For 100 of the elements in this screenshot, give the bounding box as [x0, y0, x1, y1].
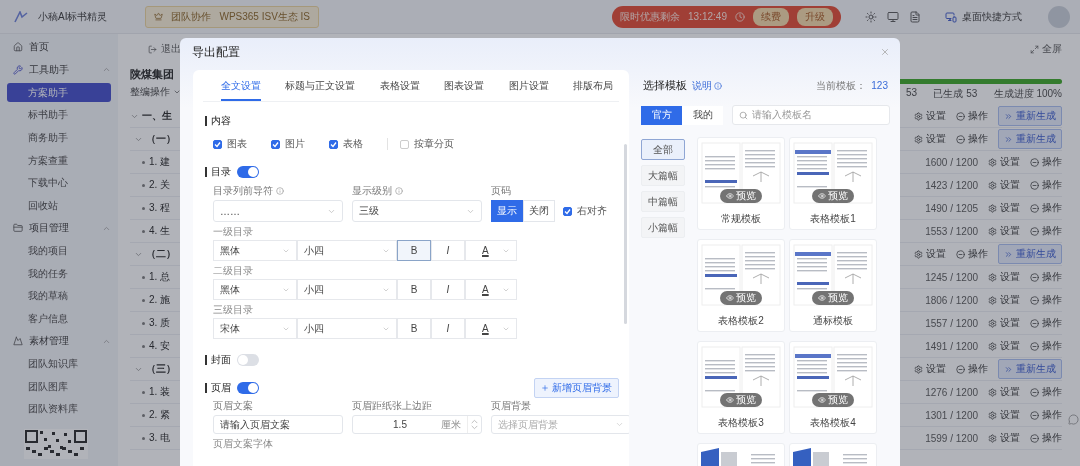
settings-link[interactable]: 设置: [914, 109, 946, 123]
sidebar-item[interactable]: 方案助手: [7, 83, 111, 103]
text-tint-select[interactable]: A: [465, 318, 517, 339]
template-card[interactable]: 预览 常规模板: [697, 137, 785, 230]
operation-link[interactable]: 操作: [1030, 431, 1062, 445]
template-card[interactable]: 预览 通标模板: [789, 239, 877, 332]
sidebar-item[interactable]: 团队图库: [7, 375, 111, 398]
source-tab[interactable]: 官方: [641, 105, 682, 125]
sidebar-item[interactable]: 回收站: [7, 194, 111, 218]
checkbox[interactable]: [213, 139, 222, 149]
regenerate-button[interactable]: 重新生成: [998, 106, 1062, 126]
cover-switch[interactable]: [237, 353, 259, 366]
operation-link[interactable]: 操作: [1030, 201, 1062, 215]
size-select[interactable]: 小四: [297, 240, 397, 261]
help-link[interactable]: 说明: [692, 78, 722, 93]
text-tint-select[interactable]: A: [465, 279, 517, 300]
settings-link[interactable]: 设置: [988, 178, 1020, 192]
text-tint-select[interactable]: A: [465, 240, 517, 261]
preview-button[interactable]: 预览: [720, 291, 762, 305]
category-button[interactable]: 大篇幅: [641, 165, 685, 186]
font-select[interactable]: 黑体: [213, 279, 297, 300]
preview-button[interactable]: 预览: [720, 189, 762, 203]
template-card[interactable]: 预览 表格模板4: [789, 341, 877, 434]
sidebar-item[interactable]: 方案查重: [7, 149, 111, 172]
category-button[interactable]: 全部: [641, 139, 685, 160]
settings-tab[interactable]: 标题与正文设置: [285, 70, 356, 101]
settings-link[interactable]: 设置: [988, 224, 1020, 238]
settings-link[interactable]: 设置: [988, 293, 1020, 307]
sidebar-item[interactable]: 我的任务: [7, 262, 111, 285]
level-select[interactable]: 三级: [352, 200, 482, 222]
settings-link[interactable]: 设置: [988, 316, 1020, 330]
settings-tab[interactable]: 图表设置: [444, 70, 485, 101]
regenerate-button[interactable]: 重新生成: [998, 359, 1062, 379]
checkbox[interactable]: [329, 139, 338, 149]
margin-number-field[interactable]: 1.5 厘米: [352, 415, 482, 434]
add-background-button[interactable]: 新增页眉背景: [534, 377, 619, 398]
regenerate-button[interactable]: 重新生成: [998, 129, 1062, 149]
category-button[interactable]: 中篇幅: [641, 191, 685, 212]
sidebar-item[interactable]: 我的项目: [7, 239, 111, 263]
preview-button[interactable]: 预览: [812, 189, 854, 203]
preview-button[interactable]: 预览: [812, 393, 854, 407]
document-icon[interactable]: [909, 10, 921, 23]
operation-link[interactable]: 操作: [956, 362, 988, 376]
template-card[interactable]: 预览 表格模板3: [697, 341, 785, 434]
checkbox[interactable]: [271, 139, 280, 149]
font-select[interactable]: 黑体: [213, 240, 297, 261]
sidebar-item[interactable]: 客户信息: [7, 307, 111, 331]
settings-tab[interactable]: 图片设置: [508, 70, 549, 101]
toc-switch[interactable]: [237, 165, 259, 178]
operation-link[interactable]: 操作: [956, 132, 988, 146]
operation-link[interactable]: 操作: [1030, 385, 1062, 399]
preview-button[interactable]: 预览: [812, 291, 854, 305]
settings-link[interactable]: 设置: [988, 270, 1020, 284]
exit-link[interactable]: 退出: [130, 38, 181, 60]
operation-link[interactable]: 操作: [1030, 316, 1062, 330]
settings-link[interactable]: 设置: [988, 339, 1020, 353]
settings-link[interactable]: 设置: [988, 408, 1020, 422]
settings-link[interactable]: 设置: [988, 385, 1020, 399]
checkbox[interactable]: [563, 206, 572, 216]
theme-icon[interactable]: [865, 10, 877, 23]
shortcut-button[interactable]: 桌面快捷方式: [939, 8, 1028, 25]
page-number-option[interactable]: 显示: [491, 200, 523, 222]
italic-button[interactable]: I: [431, 318, 465, 339]
settings-link[interactable]: 设置: [988, 431, 1020, 445]
operation-link[interactable]: 操作: [956, 109, 988, 123]
size-select[interactable]: 小四: [297, 318, 397, 339]
category-button[interactable]: 小篇幅: [641, 217, 685, 238]
operation-link[interactable]: 操作: [1030, 293, 1062, 307]
settings-link[interactable]: 设置: [988, 201, 1020, 215]
settings-tab[interactable]: 排版布局: [572, 70, 613, 101]
header-text-input[interactable]: 请输入页眉文案: [213, 415, 343, 434]
settings-tab[interactable]: 全文设置: [221, 70, 261, 101]
sidebar-item[interactable]: 标书助手: [7, 104, 111, 127]
bold-button[interactable]: B: [397, 240, 431, 261]
template-card[interactable]: 预览 表格模板2: [697, 239, 785, 332]
sidebar-item[interactable]: 商务助手: [7, 126, 111, 150]
italic-button[interactable]: I: [431, 240, 465, 261]
template-card[interactable]: 预览 表格模板1: [789, 137, 877, 230]
bold-button[interactable]: B: [397, 279, 431, 300]
bold-button[interactable]: B: [397, 318, 431, 339]
operation-link[interactable]: 操作: [1030, 270, 1062, 284]
operation-link[interactable]: 操作: [1030, 178, 1062, 192]
operation-link[interactable]: 操作: [1030, 408, 1062, 422]
preview-button[interactable]: 预览: [720, 393, 762, 407]
sidebar-item[interactable]: 首页: [7, 36, 111, 59]
leader-select[interactable]: ……: [213, 200, 343, 222]
sidebar-item[interactable]: 素材管理: [7, 330, 111, 353]
source-tab[interactable]: 我的: [682, 105, 723, 125]
monitor-icon[interactable]: [887, 10, 899, 23]
operation-link[interactable]: 操作: [1030, 224, 1062, 238]
operation-link[interactable]: 操作: [956, 247, 988, 261]
operation-dropdown[interactable]: 整编操作: [130, 85, 181, 99]
sidebar-item[interactable]: 项目管理: [7, 217, 111, 240]
settings-link[interactable]: 设置: [988, 155, 1020, 169]
page-number-option[interactable]: 关闭: [523, 200, 555, 222]
italic-button[interactable]: I: [431, 279, 465, 300]
sidebar-item[interactable]: 团队知识库: [7, 352, 111, 376]
operation-link[interactable]: 操作: [1030, 155, 1062, 169]
operation-link[interactable]: 操作: [1030, 339, 1062, 353]
header-switch[interactable]: [237, 381, 259, 394]
